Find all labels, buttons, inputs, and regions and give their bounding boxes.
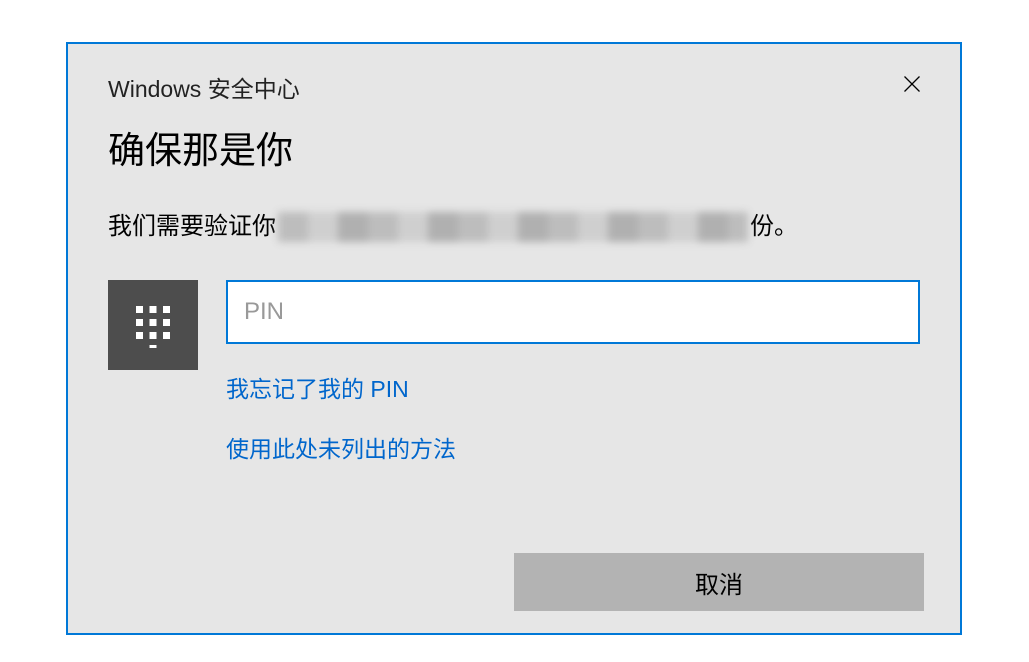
- cancel-button[interactable]: 取消: [514, 553, 924, 611]
- keypad-icon: [108, 280, 198, 370]
- close-button[interactable]: [892, 64, 932, 104]
- button-row: 取消: [514, 553, 924, 611]
- desc-prefix: 我们需要验证你: [108, 210, 276, 244]
- dialog-description: 我们需要验证你 份。: [68, 174, 960, 244]
- windows-security-dialog: Windows 安全中心 确保那是你 我们需要验证你 份。: [66, 42, 962, 635]
- other-method-link[interactable]: 使用此处未列出的方法: [226, 430, 456, 464]
- pin-input[interactable]: [226, 280, 920, 344]
- dialog-header: Windows 安全中心: [68, 44, 960, 104]
- forgot-pin-link[interactable]: 我忘记了我的 PIN: [226, 370, 409, 404]
- desc-suffix: 份。: [750, 210, 798, 244]
- input-column: 我忘记了我的 PIN 使用此处未列出的方法: [226, 280, 920, 464]
- dialog-title: Windows 安全中心: [108, 70, 300, 104]
- dialog-heading: 确保那是你: [68, 104, 960, 174]
- redacted-text: [278, 212, 748, 242]
- input-row: 我忘记了我的 PIN 使用此处未列出的方法: [68, 244, 960, 464]
- close-icon: [902, 74, 922, 94]
